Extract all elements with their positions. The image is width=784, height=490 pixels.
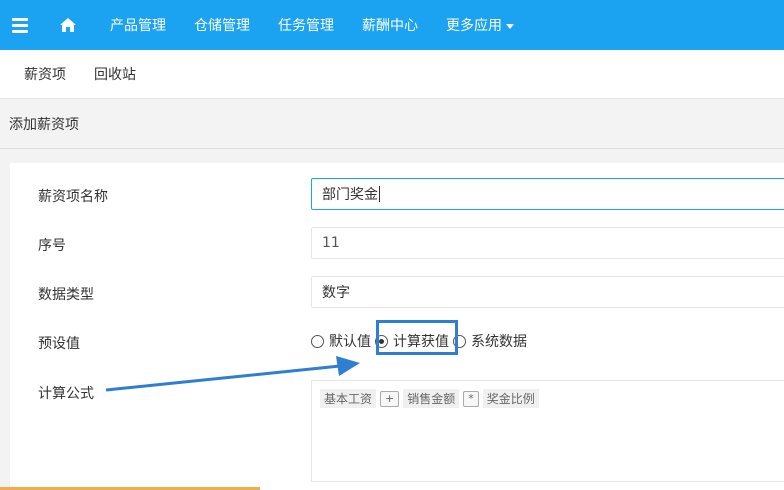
sub-navbar: 薪资项 回收站 — [0, 50, 784, 99]
radio-system-data-label: 系统数据 — [471, 334, 527, 350]
name-input[interactable]: 部门奖金 — [311, 178, 784, 210]
formula-editor[interactable]: 基本工资 + 销售金额 * 奖金比例 — [311, 380, 784, 482]
nav-item-salary[interactable]: 薪酬中心 — [348, 0, 432, 50]
nav-item-more-apps[interactable]: 更多应用 — [432, 0, 528, 50]
name-input-value: 部门奖金 — [322, 187, 378, 203]
nav-item-warehouse[interactable]: 仓储管理 — [180, 0, 264, 50]
subnav-item-recycle-bin[interactable]: 回收站 — [80, 64, 150, 84]
seq-input[interactable]: 11 — [311, 227, 784, 259]
home-icon[interactable] — [40, 0, 96, 50]
formula-token: 销售金额 — [403, 389, 460, 408]
seq-label: 序号 — [38, 238, 66, 254]
nav-item-product[interactable]: 产品管理 — [96, 0, 180, 50]
type-select[interactable]: 数字 — [311, 276, 784, 308]
preset-label: 预设值 — [38, 336, 80, 352]
seq-input-value: 11 — [322, 235, 340, 251]
formula-token: 奖金比例 — [482, 389, 539, 408]
nav-item-more-apps-label: 更多应用 — [446, 18, 502, 34]
formula-operator: * — [463, 390, 479, 407]
caret-down-icon — [506, 23, 514, 29]
radio-system-data[interactable]: 系统数据 — [453, 331, 527, 351]
radio-circle-icon — [311, 334, 324, 348]
formula-tokens: 基本工资 + 销售金额 * 奖金比例 — [320, 389, 782, 408]
top-navbar: 产品管理 仓储管理 任务管理 薪酬中心 更多应用 — [0, 0, 784, 50]
text-cursor — [379, 186, 380, 202]
form-panel: 薪资项名称 部门奖金 序号 11 数据类型 数字 预设值 默认值 计算获值 系统… — [10, 163, 784, 490]
annotation-highlight-box — [376, 320, 458, 355]
type-label: 数据类型 — [38, 287, 94, 303]
formula-operator: + — [380, 390, 400, 407]
hamburger-icon[interactable] — [0, 0, 40, 50]
type-select-value: 数字 — [322, 285, 350, 301]
subnav-item-salary-items[interactable]: 薪资项 — [10, 64, 80, 84]
page-title: 添加薪资项 — [0, 99, 784, 149]
formula-label: 计算公式 — [38, 386, 94, 402]
radio-default-value[interactable]: 默认值 — [311, 331, 371, 351]
formula-token: 基本工资 — [320, 389, 377, 408]
radio-default-value-label: 默认值 — [329, 334, 371, 350]
name-label: 薪资项名称 — [38, 189, 108, 205]
nav-item-task[interactable]: 任务管理 — [264, 0, 348, 50]
